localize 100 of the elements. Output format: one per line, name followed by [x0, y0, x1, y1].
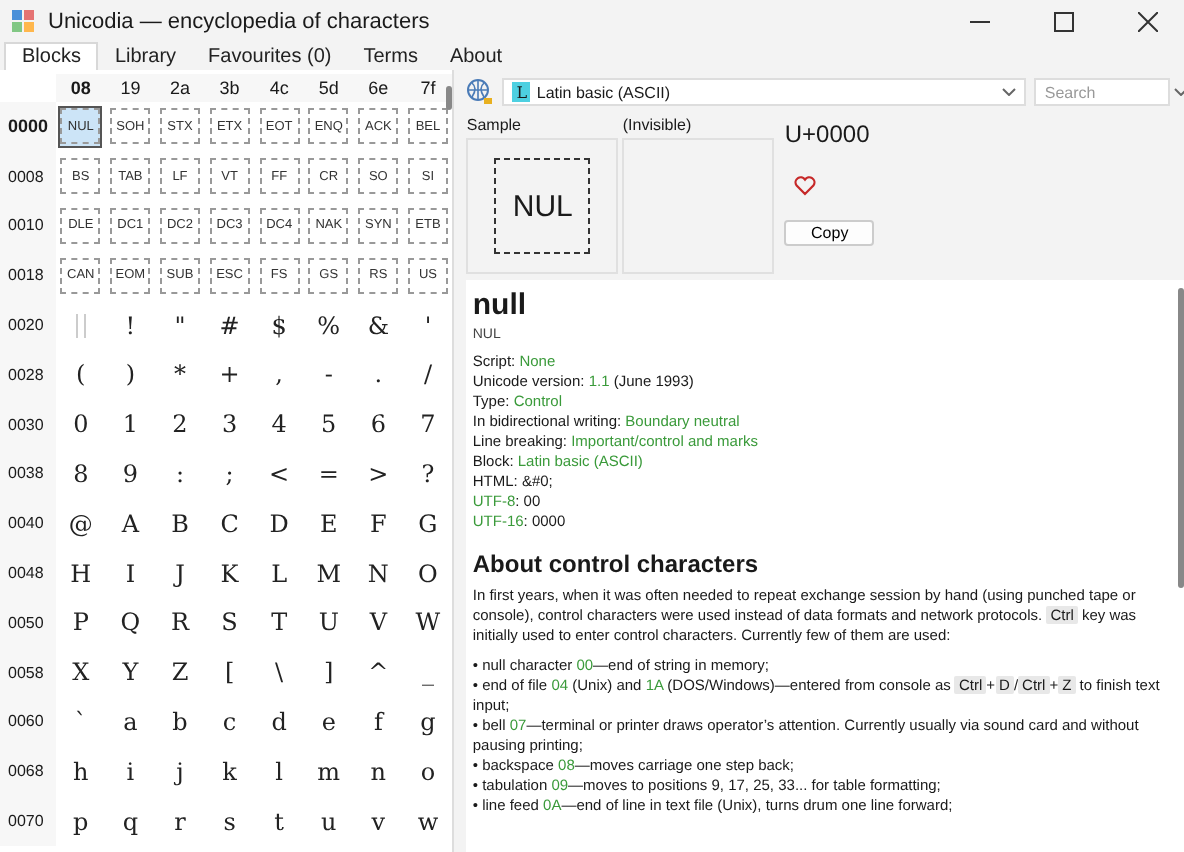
- char-cell[interactable]: L: [257, 552, 302, 595]
- char-cell[interactable]: n: [356, 750, 401, 793]
- char-cell[interactable]: j: [157, 750, 202, 793]
- char-cell[interactable]: Q: [108, 601, 153, 644]
- char-cell[interactable]: U: [306, 601, 351, 644]
- char-cell[interactable]: ): [108, 353, 153, 396]
- char-cell[interactable]: =: [306, 452, 351, 495]
- char-cell[interactable]: 7: [405, 403, 450, 446]
- char-cell[interactable]: 1: [108, 403, 153, 446]
- char-cell[interactable]: (: [58, 353, 103, 396]
- char-cell[interactable]: ^: [356, 651, 401, 694]
- char-cell[interactable]: ": [157, 304, 202, 347]
- char-cell[interactable]: ;: [207, 452, 252, 495]
- char-cell[interactable]: V: [356, 601, 401, 644]
- char-cell[interactable]: b: [157, 700, 202, 743]
- scrollbar-thumb[interactable]: [446, 86, 453, 110]
- char-cell[interactable]: o: [405, 750, 450, 793]
- char-cell[interactable]: W: [405, 601, 450, 644]
- char-cell[interactable]: _: [405, 651, 450, 694]
- char-cell[interactable]: [: [207, 651, 252, 694]
- char-cell[interactable]: p: [58, 800, 103, 843]
- char-cell[interactable]: v: [356, 800, 401, 843]
- tab[interactable]: About: [433, 44, 519, 70]
- char-cell[interactable]: q: [108, 800, 153, 843]
- char-cell[interactable]: h: [58, 750, 103, 793]
- char-cell[interactable]: k: [207, 750, 252, 793]
- char-cell[interactable]: -: [306, 353, 351, 396]
- char-cell[interactable]: ': [405, 304, 450, 347]
- char-cell[interactable]: Y: [108, 651, 153, 694]
- char-cell[interactable]: 4: [257, 403, 302, 446]
- char-cell[interactable]: $: [257, 304, 302, 347]
- char-cell[interactable]: <: [257, 452, 302, 495]
- char-cell[interactable]: t: [257, 800, 302, 843]
- char-cell[interactable]: i: [108, 750, 153, 793]
- tab[interactable]: Terms: [347, 44, 434, 70]
- char-cell[interactable]: ,: [257, 353, 302, 396]
- char-cell[interactable]: d: [257, 700, 302, 743]
- tab[interactable]: Favourites (0): [192, 44, 348, 70]
- char-cell[interactable]: \: [257, 651, 302, 694]
- char-cell[interactable]: D: [257, 502, 302, 545]
- char-cell[interactable]: c: [207, 700, 252, 743]
- char-cell[interactable]: B: [157, 502, 202, 545]
- char-cell[interactable]: @: [58, 502, 103, 545]
- char-cell[interactable]: s: [207, 800, 252, 843]
- char-cell[interactable]: K: [207, 552, 252, 595]
- char-cell[interactable]: u: [306, 800, 351, 843]
- char-cell[interactable]: 9: [108, 452, 153, 495]
- char-cell[interactable]: a: [108, 700, 153, 743]
- char-cell[interactable]: l: [257, 750, 302, 793]
- char-cell[interactable]: C: [207, 502, 252, 545]
- char-cell[interactable]: H: [58, 552, 103, 595]
- char-cell[interactable]: 0: [58, 403, 103, 446]
- tab[interactable]: Library: [98, 44, 193, 70]
- char-cell[interactable]: E: [306, 502, 351, 545]
- char-cell[interactable]: Z: [157, 651, 202, 694]
- char-cell[interactable]: I: [108, 552, 153, 595]
- char-cell[interactable]: J: [157, 552, 202, 595]
- tab[interactable]: Blocks: [4, 42, 99, 70]
- char-cell[interactable]: X: [58, 651, 103, 694]
- char-cell[interactable]: r: [157, 800, 202, 843]
- char-cell[interactable]: 8: [58, 452, 103, 495]
- char-cell[interactable]: A: [108, 502, 153, 545]
- char-cell[interactable]: 6: [356, 403, 401, 446]
- block-dropdown[interactable]: L Latin basic (ASCII): [502, 78, 1027, 106]
- char-cell[interactable]: 3: [207, 403, 252, 446]
- char-cell[interactable]: >: [356, 452, 401, 495]
- char-cell[interactable]: #: [207, 304, 252, 347]
- char-cell[interactable]: .: [356, 353, 401, 396]
- char-cell[interactable]: *: [157, 353, 202, 396]
- copy-button[interactable]: Copy: [784, 220, 875, 246]
- char-cell[interactable]: !: [108, 304, 153, 347]
- char-cell[interactable]: P: [58, 601, 103, 644]
- char-cell[interactable]: :: [157, 452, 202, 495]
- char-cell[interactable]: e: [306, 700, 351, 743]
- globe-icon[interactable]: [466, 78, 495, 106]
- maximize-icon[interactable]: [1054, 12, 1074, 32]
- char-cell[interactable]: O: [405, 552, 450, 595]
- char-cell[interactable]: f: [356, 700, 401, 743]
- char-cell[interactable]: M: [306, 552, 351, 595]
- char-cell[interactable]: S: [207, 601, 252, 644]
- char-cell[interactable]: &: [356, 304, 401, 347]
- scrollbar-thumb[interactable]: [1178, 288, 1184, 588]
- char-cell[interactable]: m: [306, 750, 351, 793]
- close-icon[interactable]: [1138, 12, 1158, 32]
- char-cell[interactable]: g: [405, 700, 450, 743]
- char-cell[interactable]: /: [405, 353, 450, 396]
- char-cell[interactable]: N: [356, 552, 401, 595]
- char-cell[interactable]: %: [306, 304, 351, 347]
- char-cell[interactable]: ]: [306, 651, 351, 694]
- search-field[interactable]: Search: [1034, 78, 1171, 106]
- char-cell[interactable]: 2: [157, 403, 202, 446]
- char-cell[interactable]: ?: [405, 452, 450, 495]
- char-cell[interactable]: G: [405, 502, 450, 545]
- heart-icon[interactable]: [794, 176, 817, 196]
- char-cell[interactable]: w: [405, 800, 450, 843]
- char-cell[interactable]: +: [207, 353, 252, 396]
- char-cell[interactable]: T: [257, 601, 302, 644]
- char-cell[interactable]: F: [356, 502, 401, 545]
- char-cell[interactable]: `: [58, 700, 103, 743]
- char-cell[interactable]: R: [157, 601, 202, 644]
